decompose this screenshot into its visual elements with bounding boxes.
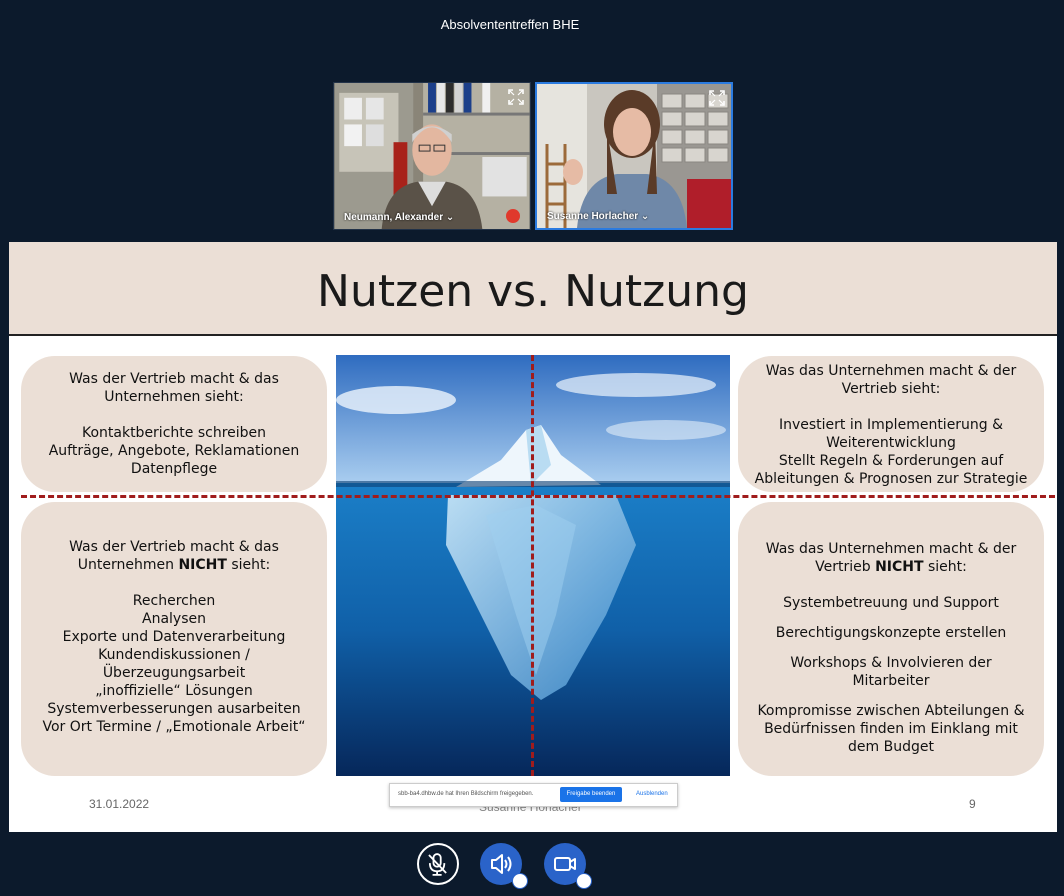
screen-share-notice: sbb-ba4.dhbw.de hat Ihren Bildschirm fre…	[389, 783, 678, 807]
box-item: Kundendiskussionen /	[98, 647, 250, 663]
box-item: Investiert in Implementierung &	[778, 417, 1004, 433]
waterline-divider	[21, 495, 1055, 498]
center-divider	[531, 355, 534, 776]
box-top-right: Was das Unternehmen macht & der Vertrieb…	[738, 356, 1044, 492]
participant-tile-horlacher[interactable]: Susanne Horlacher ⌄	[535, 82, 733, 230]
box-item: Ableitungen & Prognosen zur Strategie	[754, 471, 1028, 487]
box-heading: Unternehmen NICHT sieht:	[77, 557, 271, 573]
box-item: Stellt Regeln & Forderungen auf	[778, 453, 1004, 469]
meeting-title: Absolvententreffen BHE	[440, 17, 580, 32]
box-item: Bedürfnissen finden im Einklang mit	[764, 721, 1018, 737]
box-bottom-left: Was der Vertrieb macht & das Unternehmen…	[21, 502, 327, 776]
box-item: Systembetreuung und Support	[783, 595, 999, 611]
camera-options-chevron-icon[interactable]	[576, 873, 592, 889]
box-item: Recherchen	[132, 593, 216, 609]
participant-video	[537, 84, 731, 228]
mic-off-icon	[428, 853, 447, 876]
slide-page-number: 9	[969, 797, 976, 811]
box-item: Exporte und Datenverarbeitung	[62, 629, 286, 645]
box-item: Vor Ort Termine / „Emotionale Arbeit“	[42, 719, 306, 735]
box-top-left: Was der Vertrieb macht & das Unternehmen…	[21, 356, 327, 492]
box-heading: Was das Unternehmen macht & der	[765, 541, 1017, 557]
participant-name: Neumann, Alexander ⌄	[344, 212, 455, 223]
expand-icon[interactable]	[508, 89, 524, 105]
mute-microphone-button[interactable]	[417, 843, 459, 885]
expand-icon[interactable]	[709, 90, 725, 106]
box-item: Systemverbesserungen ausarbeiten	[47, 701, 301, 717]
participant-name: Susanne Horlacher ⌄	[547, 211, 650, 222]
box-item: Analysen	[142, 611, 206, 627]
box-item: „inoffizielle“ Lösungen	[95, 683, 253, 699]
box-item: Berechtigungskonzepte erstellen	[775, 625, 1007, 641]
hide-notice-link[interactable]: Ausblenden	[636, 791, 668, 797]
box-item: dem Budget	[848, 739, 934, 755]
box-item: Kontaktberichte schreiben	[81, 425, 267, 441]
box-heading: Was das Unternehmen macht & der	[765, 363, 1017, 379]
participant-tile-neumann[interactable]: Neumann, Alexander ⌄	[333, 82, 531, 230]
shared-screen-slide: Nutzen vs. Nutzung Was der Vertrieb mach…	[9, 242, 1057, 832]
box-item: Weiterentwicklung	[826, 435, 956, 451]
camera-button[interactable]	[544, 843, 592, 889]
slide-title: Nutzen vs. Nutzung	[317, 266, 749, 317]
speaker-options-chevron-icon[interactable]	[512, 873, 528, 889]
box-item: Kompromisse zwischen Abteilungen &	[757, 703, 1025, 719]
box-heading: Unternehmen sieht:	[104, 389, 244, 405]
box-bottom-right: Was das Unternehmen macht & der Vertrieb…	[738, 502, 1044, 776]
slide-header: Nutzen vs. Nutzung	[9, 242, 1057, 336]
box-item: Aufträge, Angebote, Reklamationen	[48, 443, 300, 459]
box-item: Workshops & Involvieren der Mitarbeiter	[790, 655, 992, 689]
box-heading: Vertrieb NICHT sieht:	[815, 559, 967, 575]
box-heading: Was der Vertrieb macht & das	[69, 539, 279, 555]
stop-sharing-button[interactable]: Freigabe beenden	[560, 787, 622, 802]
slide-date: 31.01.2022	[89, 797, 150, 811]
speaker-button[interactable]	[480, 843, 528, 889]
box-item: Überzeugungsarbeit	[102, 665, 246, 681]
box-heading: Vertrieb sieht:	[841, 381, 941, 397]
share-message: sbb-ba4.dhbw.de hat Ihren Bildschirm fre…	[398, 791, 534, 797]
participant-video	[334, 83, 530, 229]
box-heading: Was der Vertrieb macht & das	[69, 371, 279, 387]
meeting-header: Absolvententreffen BHE	[0, 0, 1064, 80]
muted-mic-icon	[506, 209, 520, 223]
box-item: Datenpflege	[130, 461, 218, 477]
